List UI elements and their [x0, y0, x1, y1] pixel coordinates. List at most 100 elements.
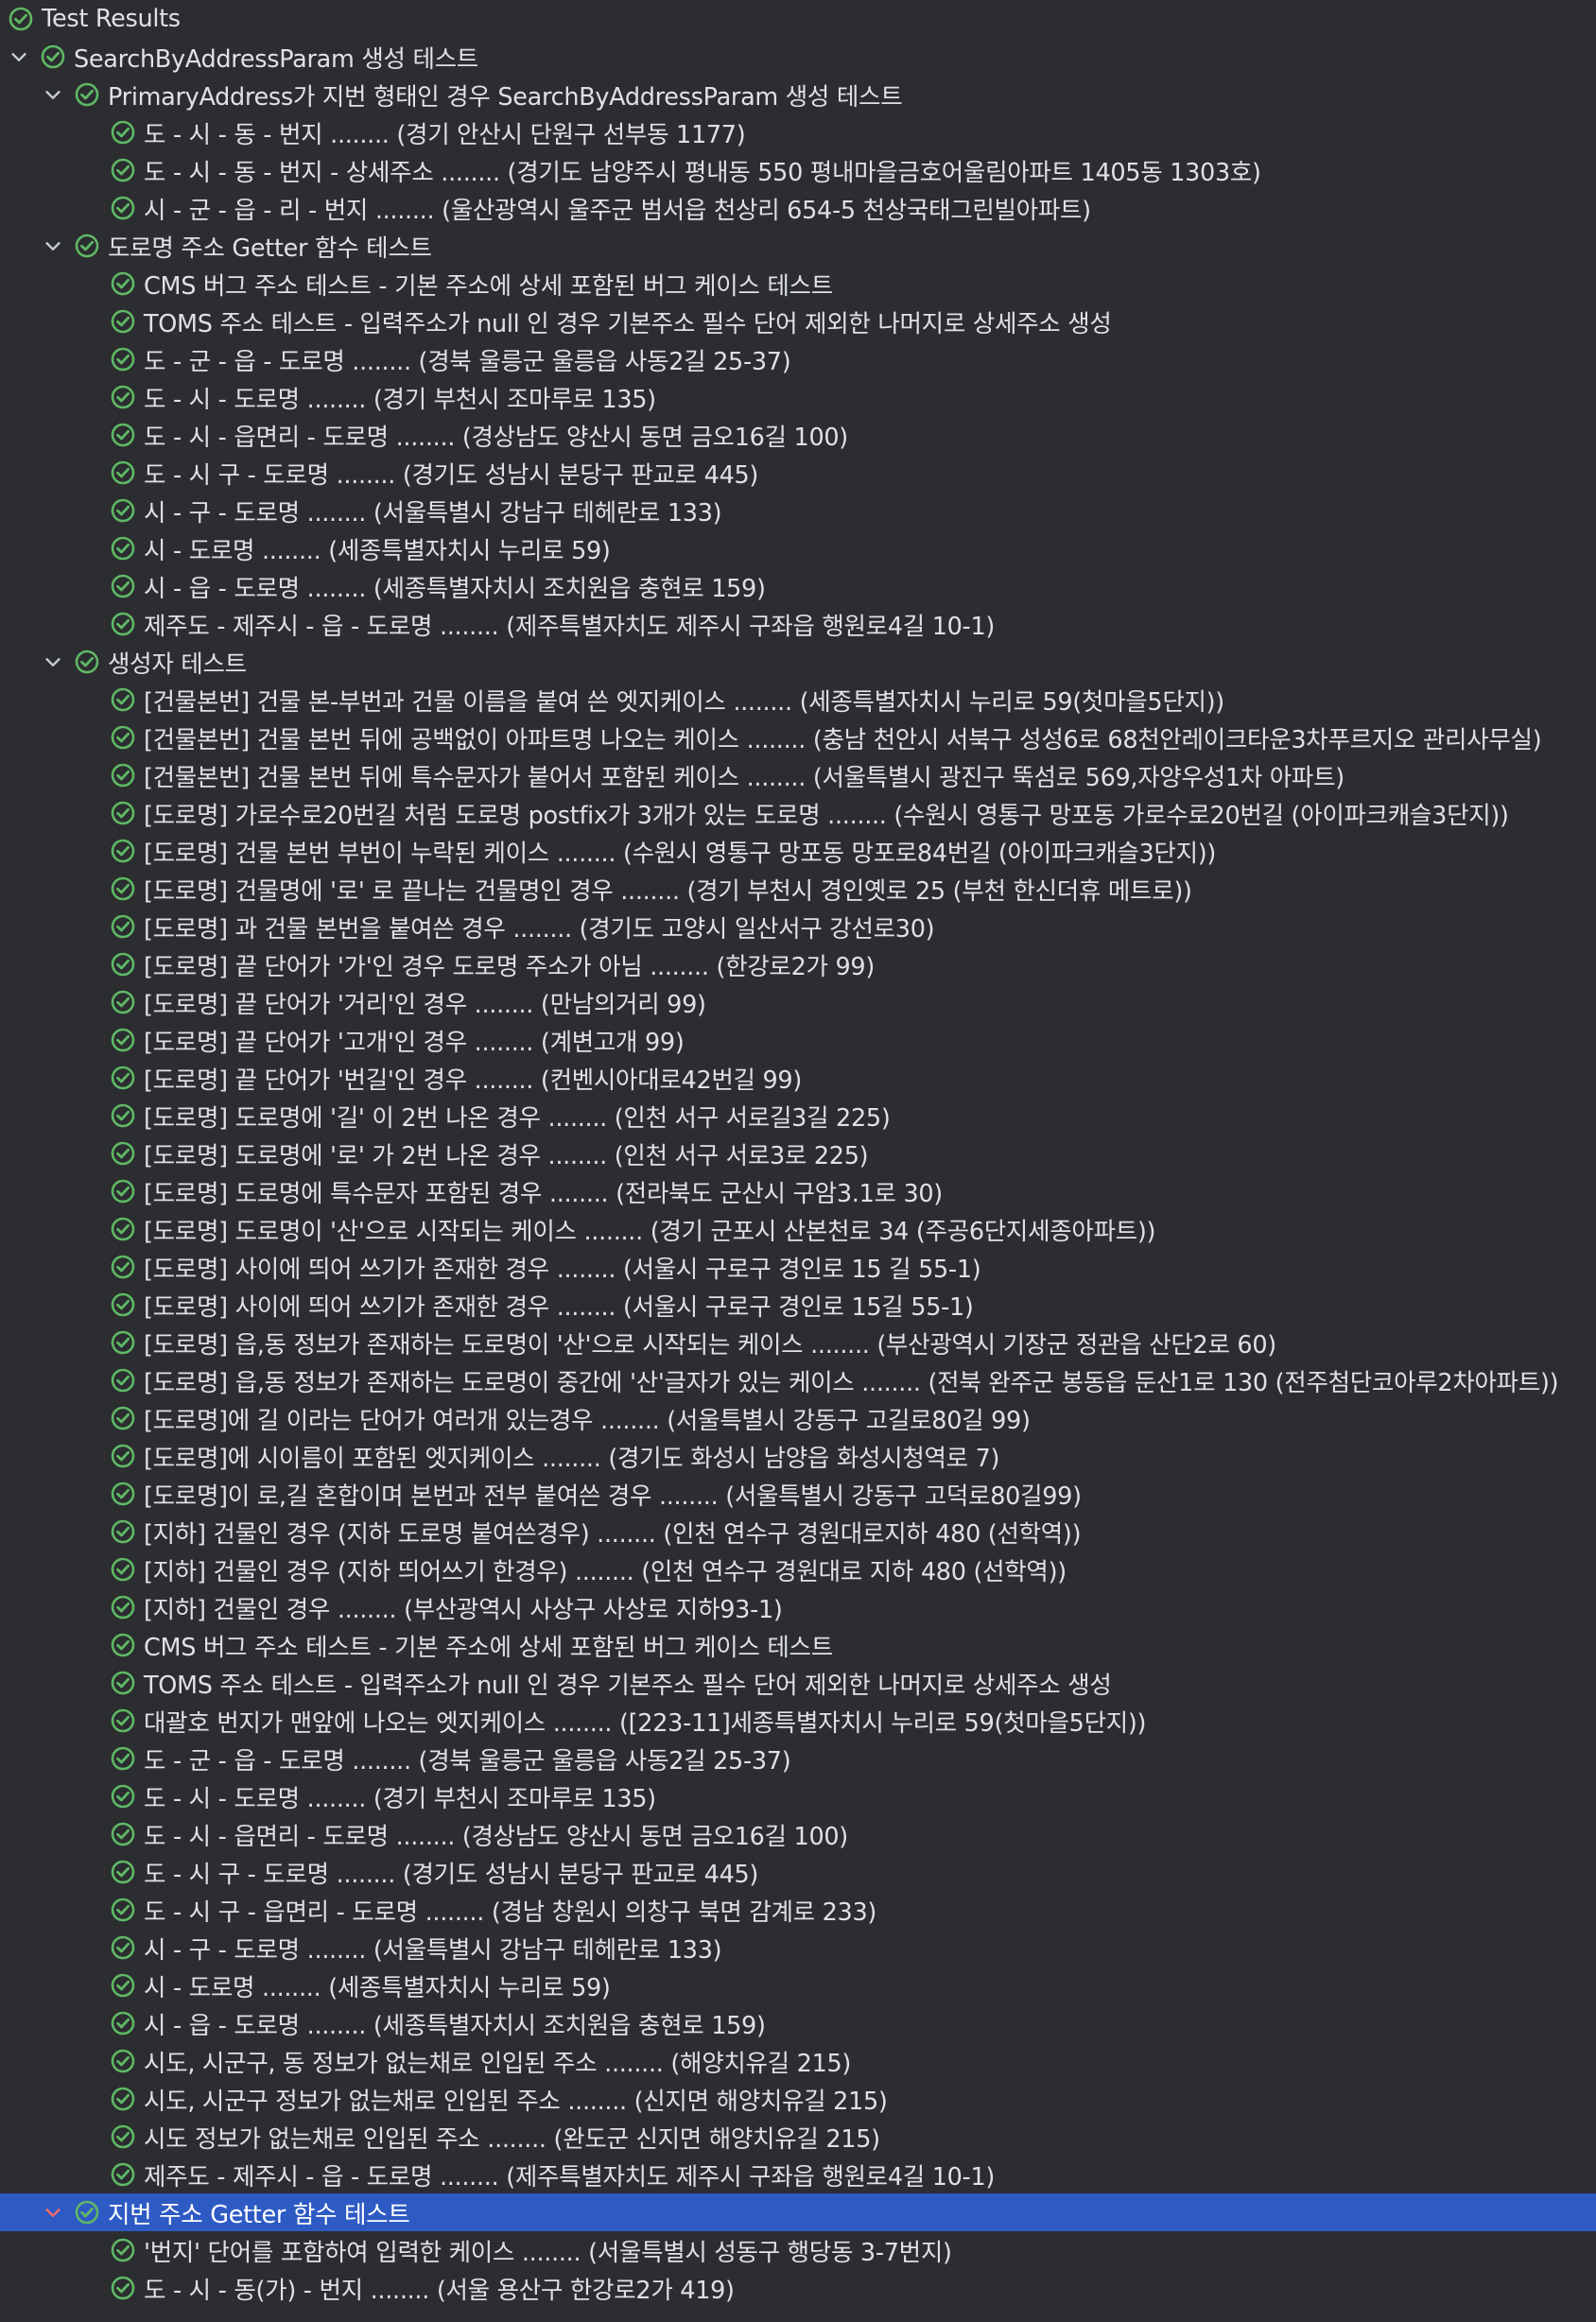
test-passed-icon [111, 914, 135, 939]
tree-item-test[interactable]: 시 - 읍 - 도로명 ........ (세종특별자치시 조치원읍 충현로 1… [0, 2004, 1596, 2042]
tree-item-label: [도로명] 건물명에 '로' 로 끝나는 건물명인 경우 ........ (경… [144, 876, 1192, 906]
chevron-down-icon[interactable] [42, 234, 64, 257]
tree-item-test[interactable]: [도로명]이 로,길 혼합이며 본번과 전부 붙여쓴 경우 ........ (… [0, 1475, 1596, 1513]
tree-item-label: 도 - 군 - 읍 - 도로명 ........ (경북 울릉군 울릉읍 사동2… [144, 347, 791, 376]
tree-item-test[interactable]: 시 - 읍 - 도로명 ........ (세종특별자치시 조치원읍 충현로 1… [0, 567, 1596, 605]
tree-item-label: [도로명] 읍,동 정보가 존재하는 도로명이 '산'으로 시작되는 케이스 .… [144, 1330, 1276, 1360]
tree-item-test[interactable]: 도 - 시 - 동(가) - 번지 ........ (서울 용산구 한강로2가… [0, 2269, 1596, 2307]
tree-item-label: [건물본번] 건물 본번 뒤에 특수문자가 붙어서 포함된 케이스 ......… [144, 763, 1344, 792]
tree-item-test[interactable]: 시도 정보가 없는채로 인입된 주소 ........ (완도군 신지면 해양치… [0, 2118, 1596, 2156]
tree-item-label: [도로명] 건물 본번 부번이 누락된 케이스 ........ (수원시 영통… [144, 839, 1217, 868]
tree-item-test[interactable]: [도로명] 끝 단어가 '번길'인 경우 ........ (컨벤시아대로42번… [0, 1059, 1596, 1097]
tree-item-test[interactable]: 도 - 군 - 읍 - 도로명 ........ (경북 울릉군 울릉읍 사동2… [0, 1740, 1596, 1777]
tree-item-suite[interactable]: PrimaryAddress가 지번 형태인 경우 SearchByAddres… [0, 76, 1596, 113]
test-passed-icon [111, 1595, 135, 1620]
tree-item-test[interactable]: 도 - 시 - 도로명 ........ (경기 부천시 조마루로 135) [0, 378, 1596, 416]
tree-item-test[interactable]: [도로명] 건물 본번 부번이 누락된 케이스 ........ (수원시 영통… [0, 832, 1596, 870]
tree-item-test[interactable]: 시 - 군 - 읍 - 리 - 번지 ........ (울산광역시 울주군 범… [0, 189, 1596, 227]
test-passed-icon [111, 1822, 135, 1846]
tree-item-test[interactable]: [도로명] 도로명이 '산'으로 시작되는 케이스 ........ (경기 군… [0, 1210, 1596, 1248]
tree-item-test[interactable]: 도 - 시 - 동 - 번지 - 상세주소 ........ (경기도 남양주시… [0, 151, 1596, 189]
tree-item-test[interactable]: [도로명]에 길 이라는 단어가 여러개 있는경우 ........ (서울특별… [0, 1399, 1596, 1437]
tree-item-suite[interactable]: SearchByAddressParam 생성 테스트 [0, 38, 1596, 76]
tree-item-test[interactable]: [도로명] 건물명에 '로' 로 끝나는 건물명인 경우 ........ (경… [0, 870, 1596, 908]
test-passed-icon [111, 1141, 135, 1166]
tree-item-test[interactable]: TOMS 주소 테스트 - 입력주소가 null 인 경우 기본주소 필수 단어… [0, 1664, 1596, 1702]
tree-item-test[interactable]: 도 - 시 구 - 도로명 ........ (경기도 성남시 분당구 판교로 … [0, 1853, 1596, 1891]
tree-item-test[interactable]: 시도, 시군구, 동 정보가 없는채로 인입된 주소 ........ (해양치… [0, 2042, 1596, 2080]
tree-item-test[interactable]: [도로명] 끝 단어가 '거리'인 경우 ........ (만남의거리 99) [0, 983, 1596, 1021]
tree-item-label: [도로명] 가로수로20번길 처럼 도로명 postfix가 3개가 있는 도로… [144, 801, 1509, 830]
tree-item-test[interactable]: CMS 버그 주소 테스트 - 기본 주소에 상세 포함된 버그 케이스 테스트 [0, 1626, 1596, 1664]
tree-item-test[interactable]: [도로명] 읍,동 정보가 존재하는 도로명이 중간에 '산'글자가 있는 케이… [0, 1361, 1596, 1399]
tree-item-test[interactable]: [도로명] 끝 단어가 '고개'인 경우 ........ (계변고개 99) [0, 1021, 1596, 1059]
test-passed-icon [111, 1519, 135, 1544]
tree-item-test[interactable]: [도로명] 사이에 띄어 쓰기가 존재한 경우 ........ (서울시 구로… [0, 1286, 1596, 1324]
tree-item-label: 시 - 구 - 도로명 ........ (서울특별시 강남구 테헤란로 133… [144, 498, 722, 528]
tree-item-label: [도로명] 도로명에 특수문자 포함된 경우 ........ (전라북도 군산… [144, 1179, 943, 1208]
tree-item-label: 시도 정보가 없는채로 인입된 주소 ........ (완도군 신지면 해양치… [144, 2124, 880, 2154]
tree-item-test[interactable]: 도 - 시 구 - 도로명 ........ (경기도 성남시 분당구 판교로 … [0, 454, 1596, 492]
chevron-down-icon[interactable] [8, 45, 30, 68]
tree-item-test[interactable]: 도 - 시 - 도로명 ........ (경기 부천시 조마루로 135) [0, 1777, 1596, 1815]
tree-item-test[interactable]: [도로명] 과 건물 본번을 붙여쓴 경우 ........ (경기도 고양시 … [0, 908, 1596, 945]
test-passed-icon [111, 1066, 135, 1090]
tree-item-test[interactable]: [도로명] 사이에 띄어 쓰기가 존재한 경우 ........ (서울시 구로… [0, 1248, 1596, 1286]
tree-item-label: 도 - 시 구 - 읍면리 - 도로명 ........ (경남 창원시 의창구… [144, 1897, 877, 1927]
tree-item-test[interactable]: [도로명]에 시이름이 포함된 엣지케이스 ........ (경기도 화성시 … [0, 1437, 1596, 1475]
test-passed-icon [111, 1103, 135, 1128]
tree-item-test[interactable]: [도로명] 읍,동 정보가 존재하는 도로명이 '산'으로 시작되는 케이스 .… [0, 1324, 1596, 1361]
tree-item-label: 도 - 군 - 읍 - 도로명 ........ (경북 울릉군 울릉읍 사동2… [144, 1746, 791, 1776]
test-passed-icon [111, 1292, 135, 1317]
test-passed-icon [111, 1028, 135, 1052]
tree-item-test[interactable]: [지하] 건물인 경우 (지하 띄어쓰기 한경우) ........ (인천 연… [0, 1551, 1596, 1588]
tree-item-test[interactable]: CMS 버그 주소 테스트 - 기본 주소에 상세 포함된 버그 케이스 테스트 [0, 265, 1596, 303]
tree-item-test[interactable]: [건물본번] 건물 본번 뒤에 공백없이 아파트명 나오는 케이스 ......… [0, 719, 1596, 756]
tree-item-test[interactable]: 도 - 시 구 - 읍면리 - 도로명 ........ (경남 창원시 의창구… [0, 1891, 1596, 1929]
tree-item-test[interactable]: 제주도 - 제주시 - 읍 - 도로명 ........ (제주특별자치도 제주… [0, 2156, 1596, 2193]
tree-root-test-results[interactable]: Test Results [0, 0, 1596, 38]
tree-item-test[interactable]: [도로명] 도로명에 특수문자 포함된 경우 ........ (전라북도 군산… [0, 1172, 1596, 1210]
tree-item-test[interactable]: 도 - 군 - 읍 - 도로명 ........ (경북 울릉군 울릉읍 사동2… [0, 340, 1596, 378]
tree-item-test[interactable]: [도로명] 도로명에 '길' 이 2번 나온 경우 ........ (인천 서… [0, 1097, 1596, 1135]
tree-item-test[interactable]: TOMS 주소 테스트 - 입력주소가 null 인 경우 기본주소 필수 단어… [0, 303, 1596, 340]
tree-item-test[interactable]: [도로명] 가로수로20번길 처럼 도로명 postfix가 3개가 있는 도로… [0, 794, 1596, 832]
tree-item-test[interactable]: 시도, 시군구 정보가 없는채로 인입된 주소 ........ (신지면 해양… [0, 2080, 1596, 2118]
tree-item-test[interactable]: 도 - 시 - 읍면리 - 도로명 ........ (경상남도 양산시 동면 … [0, 416, 1596, 454]
chevron-down-icon[interactable] [42, 650, 64, 673]
tree-item-suite[interactable]: 생성자 테스트 [0, 643, 1596, 681]
chevron-down-icon[interactable] [42, 83, 64, 106]
tree-item-test[interactable]: 시 - 도로명 ........ (세종특별자치시 누리로 59) [0, 529, 1596, 567]
tree-item-test[interactable]: 제주도 - 제주시 - 읍 - 도로명 ........ (제주특별자치도 제주… [0, 605, 1596, 643]
tree-item-test[interactable]: 시 - 구 - 도로명 ........ (서울특별시 강남구 테헤란로 133… [0, 492, 1596, 529]
tree-item-test[interactable]: '번지' 단어를 포함하여 입력한 케이스 ........ (서울특별시 성동… [0, 2231, 1596, 2269]
tree-item-label: CMS 버그 주소 테스트 - 기본 주소에 상세 포함된 버그 케이스 테스트 [144, 1633, 833, 1662]
test-passed-icon [111, 1671, 135, 1695]
tree-item-test[interactable]: 도 - 시 - 읍면리 - 도로명 ........ (경상남도 양산시 동면 … [0, 1815, 1596, 1853]
tree-item-test[interactable]: 시 - 도로명 ........ (세종특별자치시 누리로 59) [0, 1967, 1596, 2004]
tree-item-test[interactable]: [도로명] 끝 단어가 '가'인 경우 도로명 주소가 아님 ........ … [0, 945, 1596, 983]
tree-item-label: CMS 버그 주소 테스트 - 기본 주소에 상세 포함된 버그 케이스 테스트 [144, 271, 833, 301]
tree-item-label: 시 - 읍 - 도로명 ........ (세종특별자치시 조치원읍 충현로 1… [144, 574, 766, 603]
test-passed-icon [111, 2087, 135, 2111]
tree-item-test[interactable]: [지하] 건물인 경우 ........ (부산광역시 사상구 사상로 지하93… [0, 1588, 1596, 1626]
chevron-down-icon[interactable] [42, 2201, 64, 2224]
tree-item-label: [도로명] 도로명에 '길' 이 2번 나온 경우 ........ (인천 서… [144, 1103, 891, 1133]
tree-item-label: [도로명] 과 건물 본번을 붙여쓴 경우 ........ (경기도 고양시 … [144, 914, 935, 944]
tree-item-suite[interactable]: 지번 주소 Getter 함수 테스트 [0, 2193, 1596, 2231]
tree-item-label: [도로명] 끝 단어가 '번길'인 경우 ........ (컨벤시아대로42번… [144, 1066, 802, 1095]
tree-item-test[interactable]: [건물본번] 건물 본-부번과 건물 이름을 붙여 쓴 엣지케이스 ......… [0, 681, 1596, 719]
tree-item-label: 시 - 도로명 ........ (세종특별자치시 누리로 59) [144, 1973, 611, 2002]
tree-item-test[interactable]: [건물본번] 건물 본번 뒤에 특수문자가 붙어서 포함된 케이스 ......… [0, 756, 1596, 794]
tree-item-test[interactable]: 대괄호 번지가 맨앞에 나오는 엣지케이스 ........ ([223-11]… [0, 1702, 1596, 1740]
tree-item-test[interactable]: 시 - 구 - 도로명 ........ (서울특별시 강남구 테헤란로 133… [0, 1929, 1596, 1967]
tree-item-suite[interactable]: 도로명 주소 Getter 함수 테스트 [0, 227, 1596, 265]
tree-item-label: 도 - 시 - 읍면리 - 도로명 ........ (경상남도 양산시 동면 … [144, 423, 848, 452]
tree-item-label: 생성자 테스트 [108, 650, 247, 679]
tree-item-test[interactable]: 도 - 시 - 동 - 번지 ........ (경기 안산시 단원구 선부동 … [0, 113, 1596, 151]
tree-item-test[interactable]: [도로명] 도로명에 '로' 가 2번 나온 경우 ........ (인천 서… [0, 1135, 1596, 1172]
test-passed-icon [111, 763, 135, 788]
test-passed-icon [111, 612, 135, 636]
tree-item-test[interactable]: [지하] 건물인 경우 (지하 도로명 붙여쓴경우) ........ (인천 … [0, 1513, 1596, 1551]
tree-item-label: 도 - 시 - 도로명 ........ (경기 부천시 조마루로 135) [144, 385, 656, 414]
